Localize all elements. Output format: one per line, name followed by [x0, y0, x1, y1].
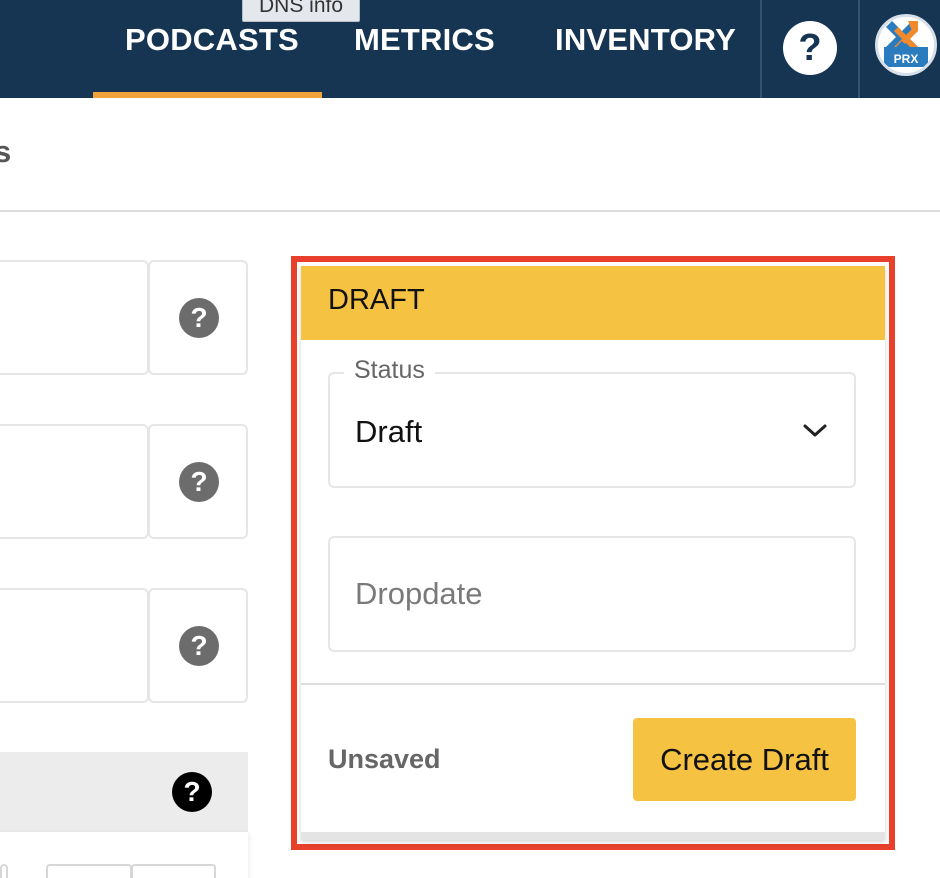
dns-info-tooltip: DNS info — [242, 0, 360, 22]
field-help-cell: ? — [148, 424, 248, 539]
status-value: Draft — [355, 414, 423, 449]
field-help-cell: ? — [148, 588, 248, 703]
help-icon[interactable]: ? — [179, 298, 219, 338]
draft-card-title: DRAFT — [328, 284, 425, 316]
form-field[interactable] — [0, 260, 149, 375]
nav-metrics[interactable]: METRICS — [354, 22, 495, 58]
prx-logo-icon: PRX — [884, 21, 928, 67]
form-field[interactable] — [131, 864, 216, 878]
unsaved-status: Unsaved — [328, 744, 441, 774]
help-icon[interactable]: ? — [179, 462, 219, 502]
card-divider — [301, 683, 885, 685]
draft-card-header: DRAFT — [301, 266, 885, 340]
form-field[interactable] — [0, 864, 8, 878]
chevron-down-icon — [803, 424, 827, 437]
dropdate-input[interactable] — [328, 536, 856, 652]
top-nav-bar: DNS info PODCASTS METRICS INVENTORY ? PR… — [0, 0, 940, 98]
avatar-text: PRX — [894, 52, 919, 66]
card-footer-shade — [301, 832, 885, 840]
nav-divider — [858, 0, 860, 98]
help-icon[interactable]: ? — [783, 21, 837, 75]
nav-divider — [760, 0, 762, 98]
form-field[interactable] — [0, 588, 149, 703]
help-icon[interactable]: ? — [179, 626, 219, 666]
status-select[interactable]: Status Draft — [328, 356, 856, 488]
nav-inventory[interactable]: INVENTORY — [555, 22, 736, 58]
draft-card: DRAFT Status Draft Unsaved Create Draft — [301, 266, 885, 840]
header-divider — [0, 210, 940, 212]
form-field[interactable] — [0, 424, 149, 539]
page-title: s — [0, 134, 12, 169]
page: DNS info PODCASTS METRICS INVENTORY ? PR… — [0, 0, 940, 878]
active-tab-indicator — [93, 92, 322, 98]
panel-header: ? — [0, 752, 248, 832]
help-icon[interactable]: ? — [172, 772, 212, 812]
form-field[interactable] — [46, 864, 132, 878]
status-label: Status — [344, 356, 435, 385]
nav-podcasts[interactable]: PODCASTS — [125, 22, 299, 58]
prx-avatar[interactable]: PRX — [875, 14, 937, 76]
create-draft-button[interactable]: Create Draft — [633, 718, 856, 801]
field-help-cell: ? — [148, 260, 248, 375]
